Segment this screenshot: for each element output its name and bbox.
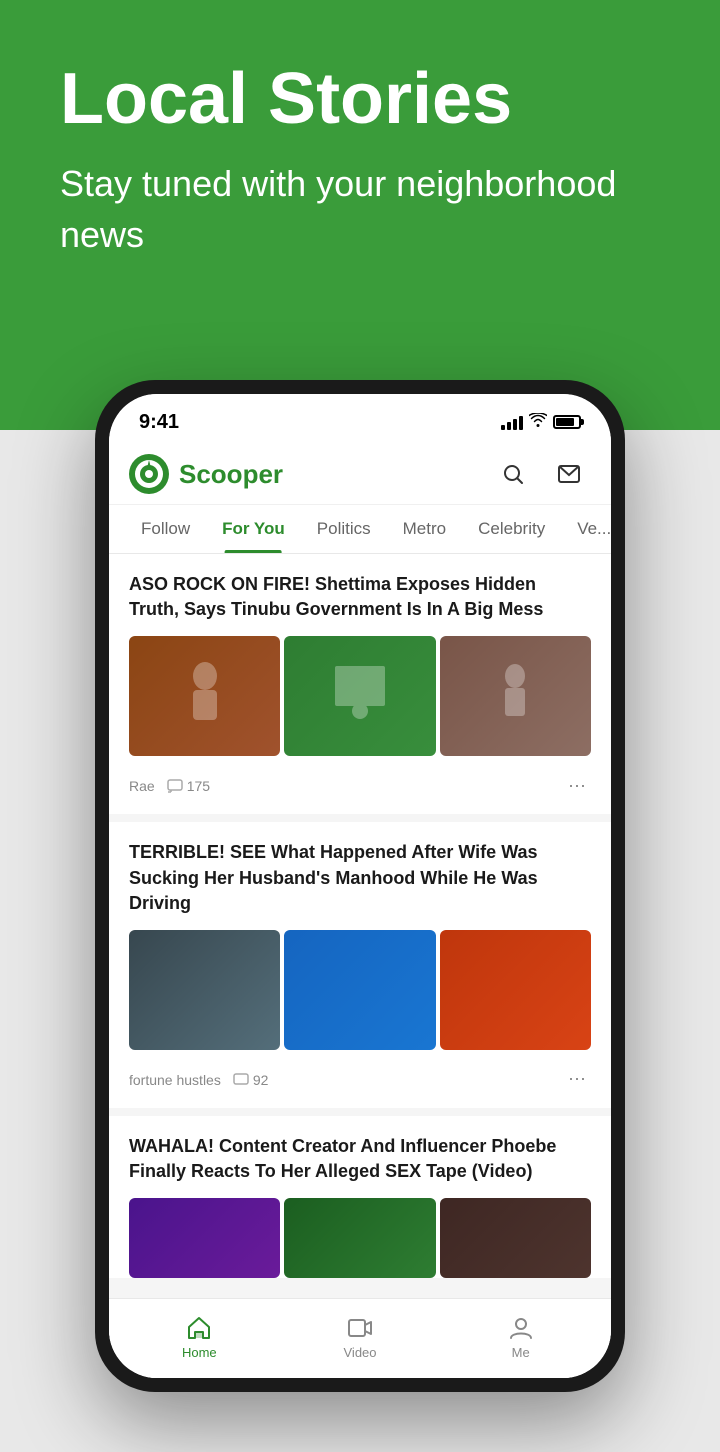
bottom-nav-home-label: Home xyxy=(182,1345,217,1360)
home-icon xyxy=(186,1315,212,1341)
bottom-nav-home[interactable]: Home xyxy=(119,1307,280,1360)
article-2-more[interactable]: ⋯ xyxy=(563,1066,591,1094)
bottom-nav-video-label: Video xyxy=(344,1345,377,1360)
article-2-image-2 xyxy=(284,930,435,1050)
article-2-meta-left: fortune hustles 92 xyxy=(129,1072,268,1088)
hero-title: Local Stories xyxy=(60,60,660,139)
article-2-image-3 xyxy=(440,930,591,1050)
article-1[interactable]: ASO ROCK ON FIRE! Shettima Exposes Hidde… xyxy=(109,554,611,814)
tab-for-you[interactable]: For You xyxy=(206,505,301,553)
phone-mockup: 9:41 xyxy=(95,380,625,1392)
status-time: 9:41 xyxy=(139,411,179,434)
bottom-nav-me-label: Me xyxy=(512,1345,530,1360)
video-icon xyxy=(347,1315,373,1341)
header-icons xyxy=(495,456,587,492)
status-icons xyxy=(501,413,581,432)
logo-text: Scooper xyxy=(179,459,283,490)
article-1-meta: Rae 175 ⋯ xyxy=(129,768,591,800)
wifi-icon xyxy=(529,413,547,432)
comment-icon xyxy=(167,779,183,793)
article-2-images xyxy=(129,930,591,1050)
mail-icon xyxy=(557,462,581,486)
article-2-comment-count: 92 xyxy=(253,1072,269,1088)
signal-icon xyxy=(501,414,523,430)
article-2-author: fortune hustles xyxy=(129,1072,221,1088)
tab-politics[interactable]: Politics xyxy=(301,505,387,553)
logo-icon xyxy=(129,454,169,494)
tab-celebrity[interactable]: Celebrity xyxy=(462,505,561,553)
mail-button[interactable] xyxy=(551,456,587,492)
article-1-image-1 xyxy=(129,636,280,756)
article-2-meta: fortune hustles 92 ⋯ xyxy=(129,1062,591,1094)
search-button[interactable] xyxy=(495,456,531,492)
comment-icon-2 xyxy=(233,1073,249,1087)
tab-metro[interactable]: Metro xyxy=(387,505,462,553)
tab-more[interactable]: Ve... xyxy=(561,505,611,553)
article-1-image-3 xyxy=(440,636,591,756)
article-3-image-2 xyxy=(284,1198,435,1278)
article-3-images xyxy=(129,1198,591,1278)
article-1-title: ASO ROCK ON FIRE! Shettima Exposes Hidde… xyxy=(129,572,591,622)
bottom-nav-video[interactable]: Video xyxy=(280,1307,441,1360)
article-3[interactable]: WAHALA! Content Creator And Influencer P… xyxy=(109,1116,611,1278)
article-1-more[interactable]: ⋯ xyxy=(563,772,591,800)
battery-icon xyxy=(553,415,581,429)
article-1-images xyxy=(129,636,591,756)
article-1-image-2 xyxy=(284,636,435,756)
article-3-image-3 xyxy=(440,1198,591,1278)
nav-tabs: Follow For You Politics Metro Celebrity xyxy=(109,505,611,554)
article-2-comments: 92 xyxy=(233,1072,269,1088)
article-1-comment-count: 175 xyxy=(187,778,210,794)
logo: Scooper xyxy=(129,454,283,494)
article-1-author: Rae xyxy=(129,778,155,794)
article-2[interactable]: TERRIBLE! SEE What Happened After Wife W… xyxy=(109,822,611,1108)
news-feed: ASO ROCK ON FIRE! Shettima Exposes Hidde… xyxy=(109,554,611,1370)
article-2-image-1 xyxy=(129,930,280,1050)
search-icon xyxy=(501,462,525,486)
bottom-nav: Home Video Me xyxy=(109,1298,611,1378)
article-1-meta-left: Rae 175 xyxy=(129,778,210,794)
person-icon xyxy=(508,1315,534,1341)
status-bar: 9:41 xyxy=(109,394,611,444)
article-2-title: TERRIBLE! SEE What Happened After Wife W… xyxy=(129,840,591,916)
article-1-comments: 175 xyxy=(167,778,210,794)
article-3-title: WAHALA! Content Creator And Influencer P… xyxy=(129,1134,591,1184)
bottom-nav-me[interactable]: Me xyxy=(440,1307,601,1360)
hero-subtitle: Stay tuned with your neighborhood news xyxy=(60,159,660,260)
tab-follow[interactable]: Follow xyxy=(125,505,206,553)
article-3-image-1 xyxy=(129,1198,280,1278)
app-header: Scooper xyxy=(109,444,611,505)
